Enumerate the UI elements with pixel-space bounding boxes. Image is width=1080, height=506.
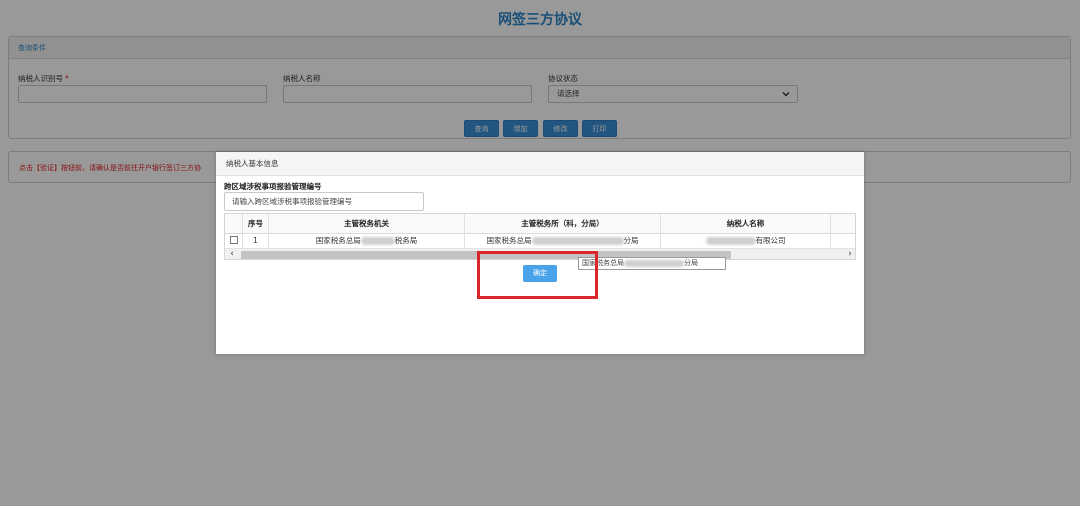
- row-taxpayer-name: 有限公司: [661, 234, 831, 248]
- row-checkbox[interactable]: [229, 236, 238, 244]
- header-index: 序号: [243, 214, 269, 233]
- header-filler: [831, 214, 855, 233]
- modal-title: 纳税人基本信息: [216, 152, 864, 176]
- header-select: [225, 214, 243, 233]
- tooltip-suffix: 分局: [684, 259, 698, 267]
- tax-office-suffix: 分局: [623, 236, 639, 245]
- scroll-right-arrow-icon[interactable]: ›: [843, 249, 855, 259]
- redacted-mark: [624, 259, 684, 267]
- redacted-mark: [705, 237, 756, 245]
- highlight-box: [477, 251, 598, 299]
- row-select-cell: [225, 234, 243, 248]
- row-tax-authority: 国家税务总局 税务局: [269, 234, 465, 248]
- table-row[interactable]: 1 国家税务总局 税务局 国家税务总局 分局 有限公司: [225, 234, 855, 248]
- cell-tooltip: 国家税务总局 分局: [578, 257, 726, 270]
- tax-office-prefix: 国家税务总局: [486, 236, 532, 245]
- row-filler: [831, 234, 855, 248]
- header-tax-authority: 主管税务机关: [269, 214, 465, 233]
- tax-authority-suffix: 税务局: [394, 236, 418, 245]
- header-tax-office: 主管税务所（科，分局）: [465, 214, 661, 233]
- header-taxpayer-name: 纳税人名称: [661, 214, 831, 233]
- tax-authority-prefix: 国家税务总局: [315, 236, 361, 245]
- row-tax-office: 国家税务总局 分局: [465, 234, 661, 248]
- inspection-number-label: 跨区域涉税事项报验管理编号: [224, 182, 322, 191]
- scroll-left-arrow-icon[interactable]: ‹: [225, 249, 239, 259]
- grid-header: 序号 主管税务机关 主管税务所（科，分局） 纳税人名称: [225, 214, 855, 234]
- row-index: 1: [243, 234, 269, 248]
- inspection-number-input[interactable]: 请输入跨区域涉税事项报验管理编号: [224, 192, 424, 211]
- redacted-mark: [531, 237, 624, 245]
- redacted-mark: [360, 237, 395, 245]
- taxpayer-name-suffix: 有限公司: [755, 236, 786, 245]
